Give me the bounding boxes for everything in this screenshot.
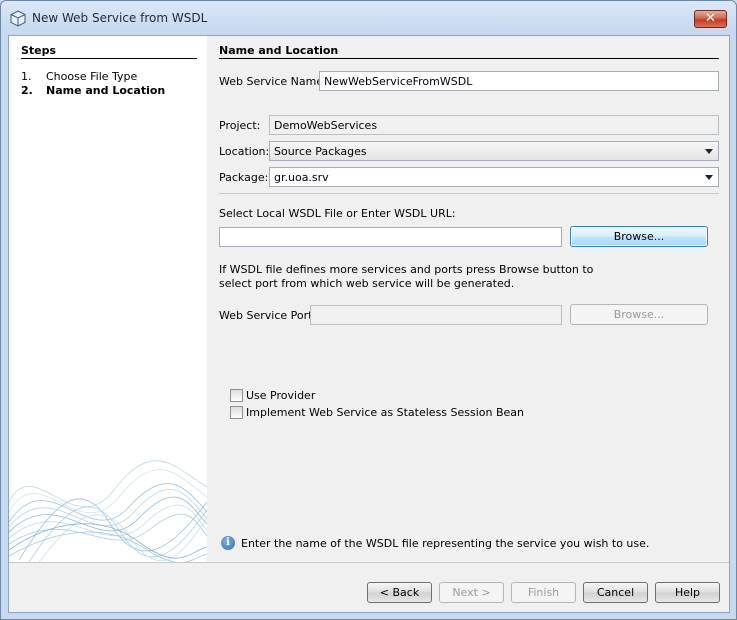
cancel-button[interactable]: Cancel — [583, 582, 648, 603]
project-field: DemoWebServices — [269, 115, 719, 135]
wsdl-label: Select Local WSDL File or Enter WSDL URL… — [219, 207, 456, 220]
close-icon: ✕ — [705, 11, 716, 26]
service-name-label: Web Service Name: — [219, 75, 327, 88]
stateless-bean-checkbox[interactable] — [230, 406, 243, 419]
step-label: Name and Location — [46, 84, 166, 97]
section-divider — [219, 58, 719, 59]
port-field — [310, 305, 562, 325]
project-label: Project: — [219, 119, 261, 132]
steps-divider — [21, 58, 197, 59]
window-title: New Web Service from WSDL — [32, 11, 208, 25]
decorative-waves-image — [9, 460, 207, 562]
step-name-and-location: 2. Name and Location — [21, 84, 165, 97]
location-value: Source Packages — [274, 145, 367, 158]
step-number: 2. — [21, 84, 33, 97]
location-select[interactable]: Source Packages — [269, 141, 719, 161]
finish-button[interactable]: Finish — [511, 582, 576, 603]
form-separator — [219, 193, 719, 194]
title-bar: New Web Service from WSDL ✕ — [1, 1, 736, 35]
package-combobox[interactable]: gr.uoa.srv — [269, 167, 719, 187]
step-choose-file-type: 1. Choose File Type — [21, 70, 137, 83]
step-label: Choose File Type — [46, 70, 138, 83]
info-icon: i — [221, 536, 235, 550]
wsdl-browse-button[interactable]: Browse... — [570, 226, 708, 247]
close-button[interactable]: ✕ — [694, 10, 727, 28]
package-value: gr.uoa.srv — [274, 171, 329, 184]
dialog-window: New Web Service from WSDL ✕ Steps 1. Choo… — [0, 0, 737, 620]
section-title: Name and Location — [219, 44, 339, 57]
chevron-down-icon — [705, 149, 713, 154]
hint-text-line2: select port from which web service will … — [219, 277, 515, 290]
back-button[interactable]: < Back — [367, 582, 432, 603]
service-name-input[interactable]: NewWebServiceFromWSDL — [319, 71, 719, 91]
button-bar-divider — [9, 562, 729, 563]
hint-text-line1: If WSDL file defines more services and p… — [219, 263, 594, 276]
steps-heading: Steps — [21, 44, 57, 57]
use-provider-label: Use Provider — [246, 389, 316, 402]
wsdl-path-input[interactable] — [219, 227, 562, 247]
chevron-down-icon — [705, 175, 713, 180]
stateless-bean-label: Implement Web Service as Stateless Sessi… — [246, 406, 525, 419]
port-label: Web Service Port: — [219, 309, 317, 322]
netbeans-cube-icon — [10, 10, 26, 27]
use-provider-checkbox[interactable] — [230, 389, 243, 402]
location-label: Location: — [219, 145, 270, 158]
step-number: 1. — [21, 70, 32, 83]
package-label: Package: — [219, 171, 269, 184]
dialog-content: Steps 1. Choose File Type 2. Name and Loca… — [8, 35, 730, 613]
help-button[interactable]: Help — [655, 582, 720, 603]
steps-panel: Steps 1. Choose File Type 2. Name and Loca… — [9, 36, 207, 562]
info-message: Enter the name of the WSDL file represen… — [241, 537, 650, 550]
form-panel: Name and Location Web Service Name: NewW… — [207, 36, 729, 562]
port-browse-button[interactable]: Browse... — [570, 304, 708, 325]
next-button[interactable]: Next > — [439, 582, 504, 603]
